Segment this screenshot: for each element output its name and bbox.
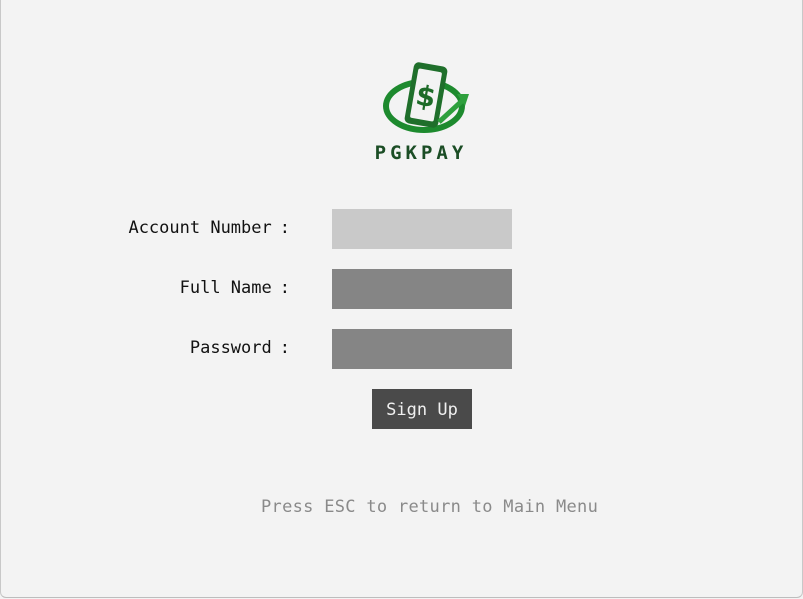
- brand-name: PGKPAY: [374, 142, 468, 164]
- money-phone-icon: $: [383, 62, 469, 133]
- full-name-input[interactable]: [332, 269, 512, 309]
- signup-window: $ PGKPAY Account Number: Full Name: Pass…: [0, 0, 803, 598]
- full-name-label: Full Name:: [180, 278, 290, 298]
- sign-up-button[interactable]: Sign Up: [372, 389, 472, 429]
- esc-hint: Press ESC to return to Main Menu: [261, 497, 599, 517]
- full-name-label-text: Full Name: [179, 278, 272, 298]
- password-input[interactable]: [332, 329, 512, 369]
- account-number-input[interactable]: [332, 209, 512, 249]
- password-label-text: Password: [189, 338, 272, 358]
- account-number-label-text: Account Number: [128, 218, 272, 238]
- full-name-colon: :: [279, 278, 290, 298]
- account-number-label: Account Number:: [128, 218, 290, 238]
- password-label: Password:: [190, 338, 290, 358]
- account-number-colon: :: [279, 218, 290, 238]
- password-colon: :: [279, 338, 290, 358]
